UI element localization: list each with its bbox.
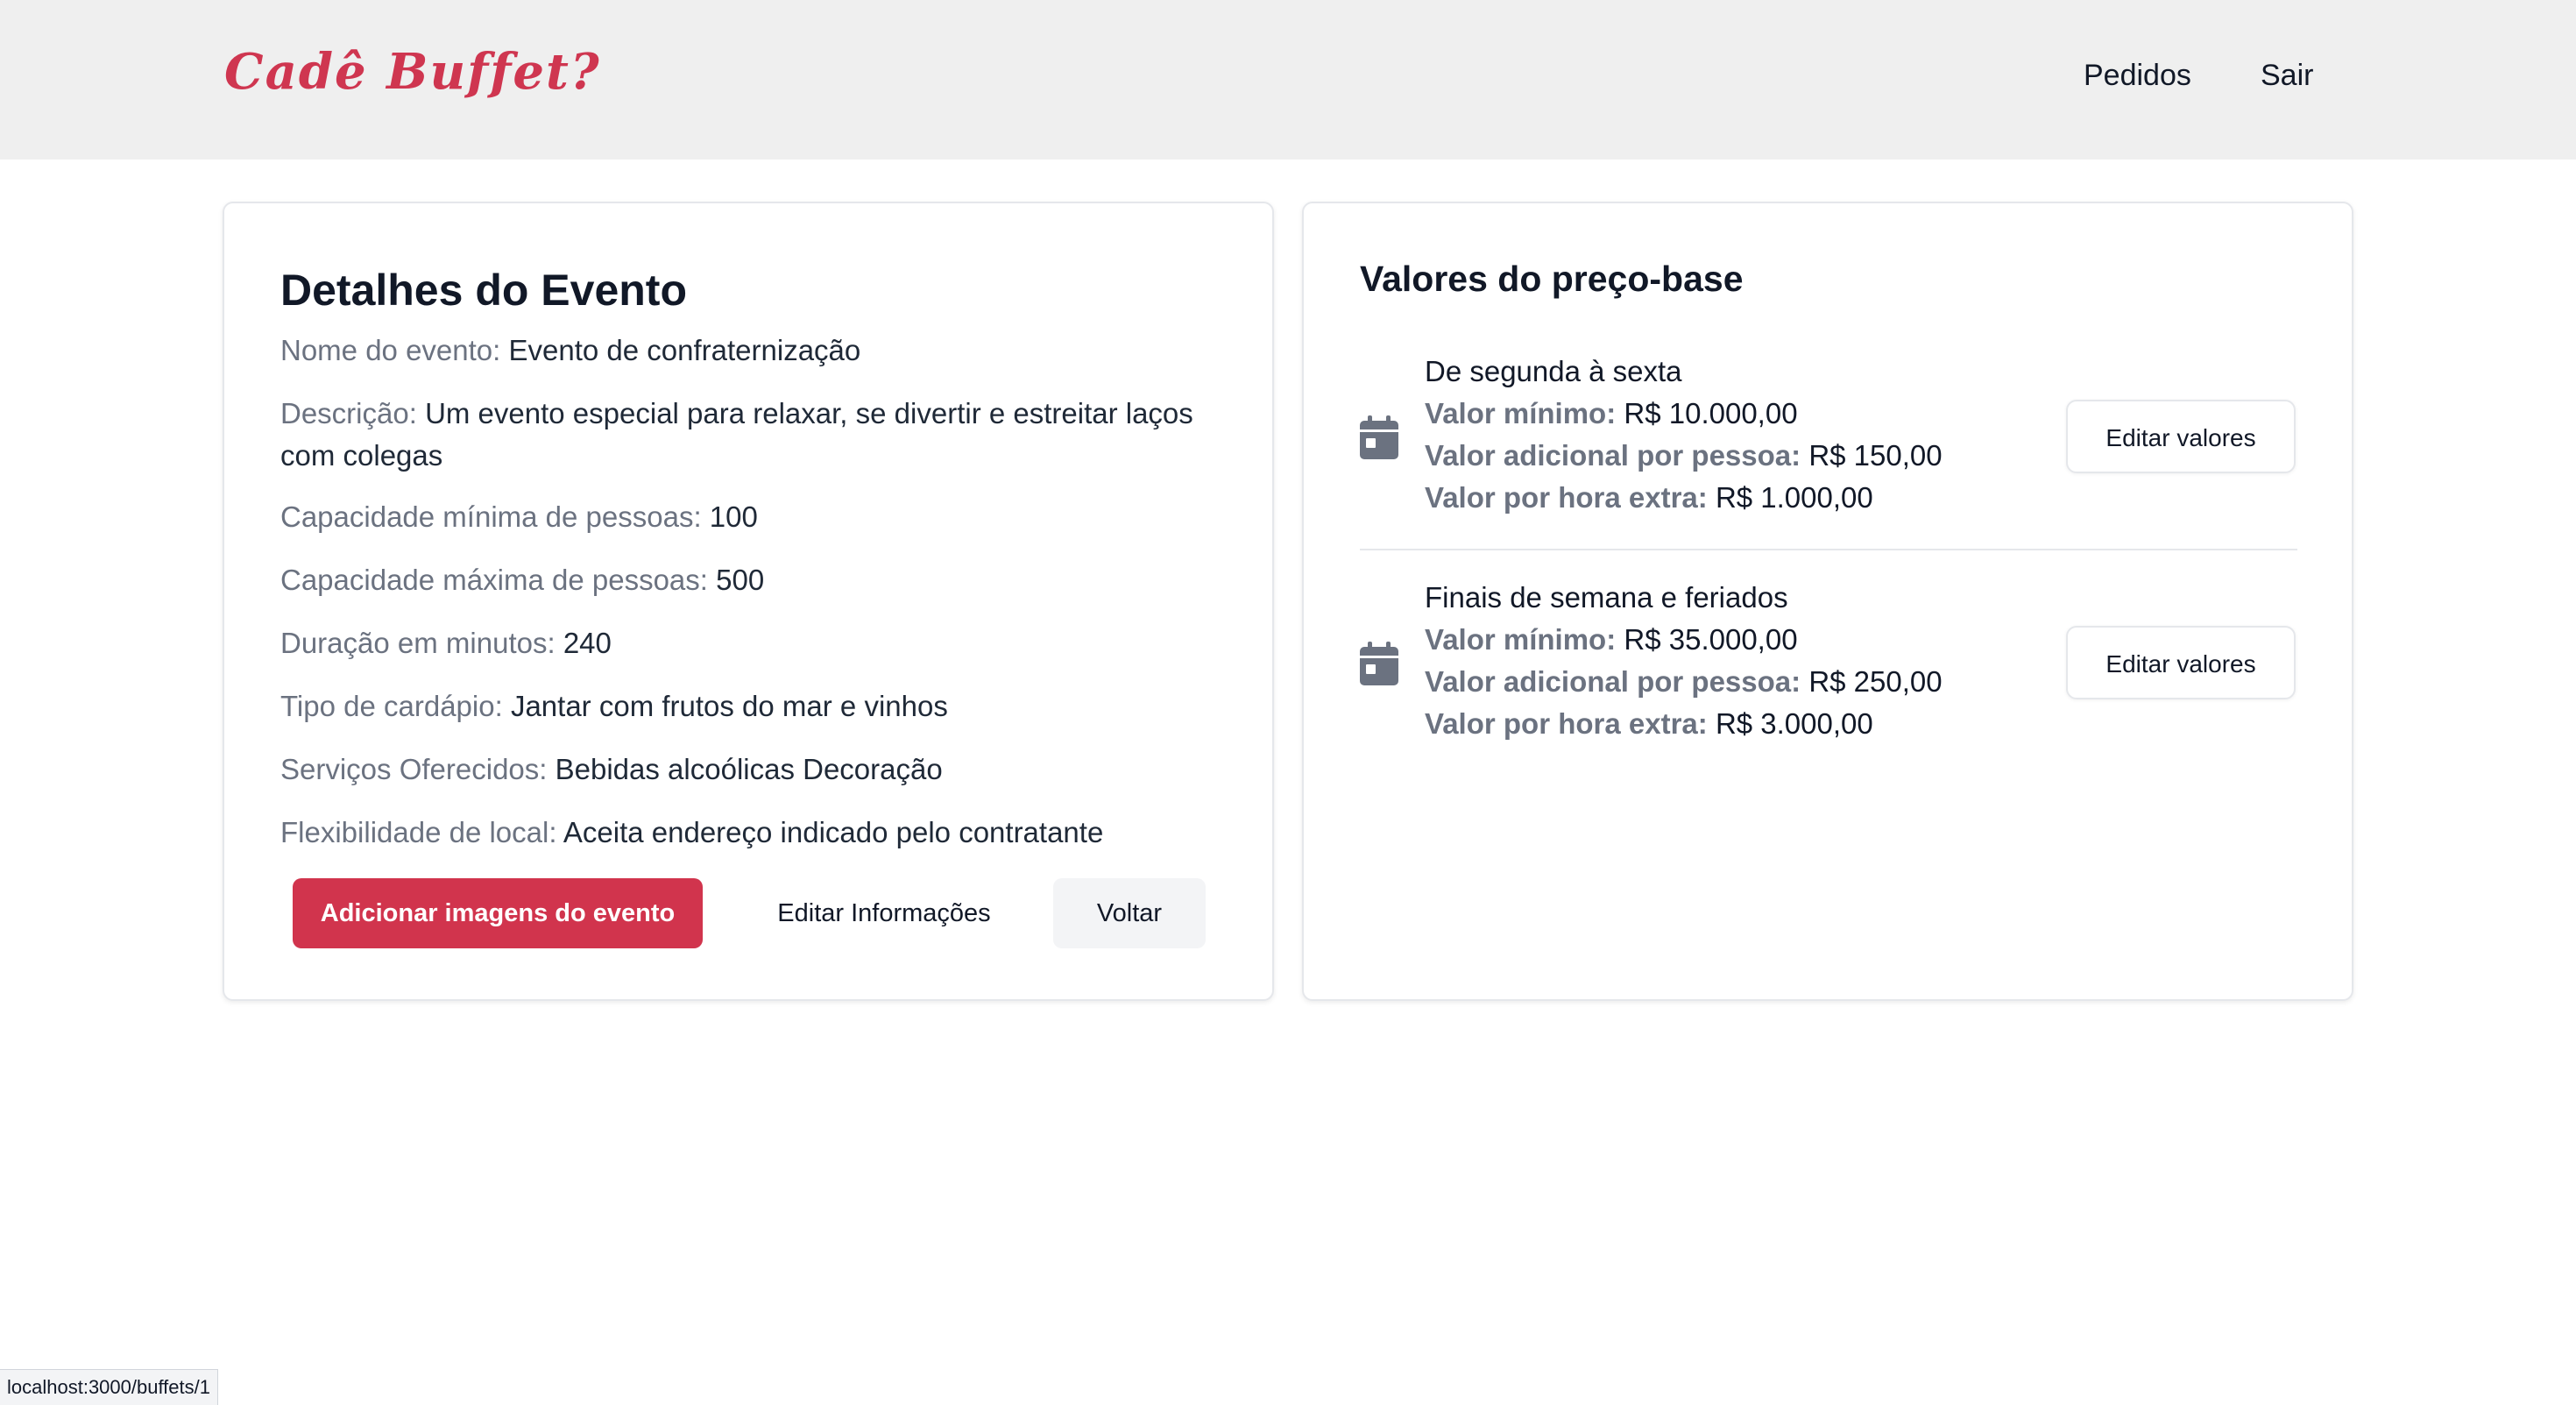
extra-hour-label: Valor por hora extra: [1425,481,1708,514]
extra-hour-value: R$ 1.000,00 [1715,481,1873,514]
price-period-weekdays: De segunda à sexta Valor mínimo: R$ 10.0… [1360,351,2297,522]
back-button[interactable]: Voltar [1053,878,1206,948]
detail-services: Serviços Oferecidos: Bebidas alcoólicas … [280,749,1209,791]
per-person-label: Valor adicional por pessoa: [1425,439,1801,472]
extra-hour-line: Valor por hora extra: R$ 3.000,00 [1425,703,2038,745]
detail-description: Descrição: Um evento especial para relax… [280,393,1209,477]
detail-label: Duração em minutos: [280,627,556,659]
detail-min-capacity: Capacidade mínima de pessoas: 100 [280,496,1209,538]
detail-event-name: Nome do evento: Evento de confraternizaç… [280,330,1209,372]
per-person-line: Valor adicional por pessoa: R$ 150,00 [1425,435,2038,477]
detail-value: Jantar com frutos do mar e vinhos [510,690,948,722]
event-details-title: Detalhes do Evento [280,266,687,315]
min-value: R$ 10.000,00 [1624,397,1798,429]
period-name: Finais de semana e feriados [1425,581,1788,614]
extra-hour-value: R$ 3.000,00 [1715,707,1873,740]
min-value-line: Valor mínimo: R$ 10.000,00 [1425,393,2038,435]
detail-label: Descrição: [280,397,417,429]
detail-value: Aceita endereço indicado pelo contratant… [563,816,1104,848]
per-person-value: R$ 250,00 [1808,665,1943,698]
period-divider [1360,549,2297,550]
min-value-line: Valor mínimo: R$ 35.000,00 [1425,619,2038,661]
price-period-text: De segunda à sexta Valor mínimo: R$ 10.0… [1425,351,2038,519]
detail-label: Serviços Oferecidos: [280,753,548,785]
price-period-text: Finais de semana e feriados Valor mínimo… [1425,577,2038,745]
add-event-images-button[interactable]: Adicionar imagens do evento [293,878,703,948]
calendar-icon [1360,415,1398,459]
detail-menu-type: Tipo de cardápio: Jantar com frutos do m… [280,685,1209,727]
detail-label: Flexibilidade de local: [280,816,557,848]
detail-value: Bebidas alcoólicas Decoração [555,753,943,785]
edit-info-button[interactable]: Editar Informações [748,878,1020,948]
detail-value: 240 [563,627,612,659]
nav-link-sair[interactable]: Sair [2261,53,2313,98]
extra-hour-label: Valor por hora extra: [1425,707,1708,740]
min-value-label: Valor mínimo: [1425,397,1617,429]
detail-value: Um evento especial para relaxar, se dive… [280,397,1193,472]
base-price-title: Valores do preço-base [1360,259,1744,299]
detail-value: 100 [709,500,758,533]
base-price-card: Valores do preço-base De segunda à sexta… [1302,202,2353,1001]
detail-label: Capacidade máxima de pessoas: [280,564,708,596]
calendar-icon [1360,642,1398,685]
detail-label: Capacidade mínima de pessoas: [280,500,702,533]
edit-values-button[interactable]: Editar valores [2066,626,2296,699]
detail-value: Evento de confraternização [508,334,861,366]
per-person-value: R$ 150,00 [1808,439,1943,472]
brand-logo[interactable]: Cadê Buffet? [224,37,601,107]
event-details-card: Detalhes do Evento Nome do evento: Event… [223,202,1274,1001]
per-person-line: Valor adicional por pessoa: R$ 250,00 [1425,661,2038,703]
detail-label: Nome do evento: [280,334,501,366]
per-person-label: Valor adicional por pessoa: [1425,665,1801,698]
detail-location-flexibility: Flexibilidade de local: Aceita endereço … [280,812,1209,854]
detail-duration: Duração em minutos: 240 [280,622,1209,664]
nav-link-pedidos[interactable]: Pedidos [2084,53,2191,98]
top-navbar: Cadê Buffet? Pedidos Sair [0,0,2576,160]
detail-value: 500 [716,564,765,596]
edit-values-button[interactable]: Editar valores [2066,400,2296,473]
detail-label: Tipo de cardápio: [280,690,503,722]
detail-max-capacity: Capacidade máxima de pessoas: 500 [280,559,1209,601]
price-period-weekends: Finais de semana e feriados Valor mínimo… [1360,577,2297,749]
status-bar-url: localhost:3000/buffets/1 [0,1369,218,1405]
extra-hour-line: Valor por hora extra: R$ 1.000,00 [1425,477,2038,519]
min-value: R$ 35.000,00 [1624,623,1798,656]
period-name: De segunda à sexta [1425,355,1682,387]
min-value-label: Valor mínimo: [1425,623,1617,656]
